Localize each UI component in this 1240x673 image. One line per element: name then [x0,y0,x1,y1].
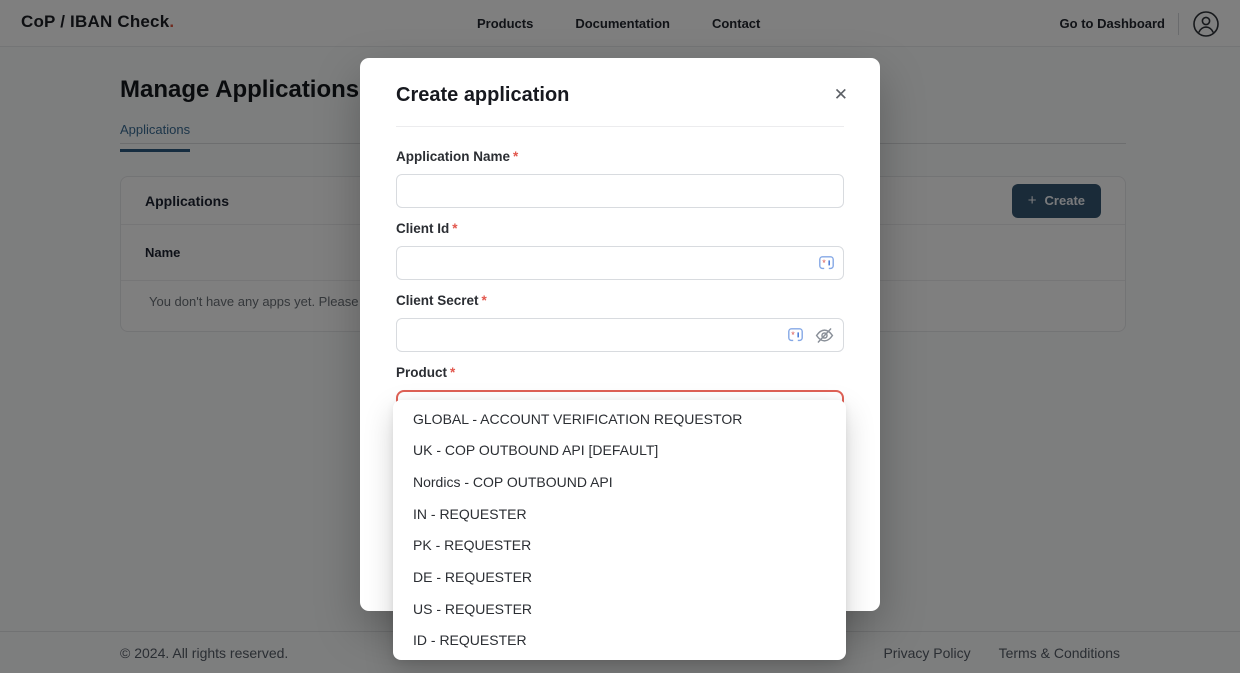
product-option-pk-requester[interactable]: PK - REQUESTER [393,530,846,562]
toggle-secret-visibility-button[interactable] [815,326,834,345]
eye-off-icon [815,326,834,345]
product-options-dropdown: GLOBAL - ACCOUNT VERIFICATION REQUESTOR … [393,400,846,660]
close-icon[interactable]: ✕ [834,86,848,103]
product-option-id-requester[interactable]: ID - REQUESTER [393,624,846,656]
application-name-field-group: Application Name* [396,149,844,208]
application-name-label: Application Name* [396,149,844,167]
app-screen: CoP / IBAN Check. Products Documentation… [0,0,1240,673]
client-secret-label: Client Secret* [396,293,844,311]
modal-body: Application Name* Client Id* * [360,127,880,424]
product-option-us-requester[interactable]: US - REQUESTER [393,593,846,625]
product-option-uk-cop-outbound-api-default[interactable]: UK - COP OUTBOUND API [DEFAULT] [393,435,846,467]
client-id-field-group: Client Id* * [396,221,844,280]
product-label: Product* [396,365,844,383]
modal-header: Create application ✕ [360,58,880,126]
client-secret-field-group: Client Secret* * [396,293,844,352]
client-id-label: Client Id* [396,221,844,239]
svg-text:*: * [791,329,795,339]
required-asterisk: * [450,365,455,380]
application-name-input[interactable] [396,174,844,208]
modal-title: Create application [396,84,844,107]
product-option-de-requester[interactable]: DE - REQUESTER [393,561,846,593]
required-asterisk: * [482,293,487,308]
required-asterisk: * [452,221,457,236]
autofill-badge-icon: * [788,328,803,343]
required-asterisk: * [513,149,518,164]
product-option-nordics-cop-outbound-api[interactable]: Nordics - COP OUTBOUND API [393,466,846,498]
product-option-global-account-verification-requestor[interactable]: GLOBAL - ACCOUNT VERIFICATION REQUESTOR [393,403,846,435]
svg-text:*: * [822,257,826,267]
product-option-in-requester[interactable]: IN - REQUESTER [393,498,846,530]
client-id-input[interactable] [396,246,844,280]
client-secret-input[interactable] [396,318,844,352]
autofill-badge-icon: * [819,256,834,271]
